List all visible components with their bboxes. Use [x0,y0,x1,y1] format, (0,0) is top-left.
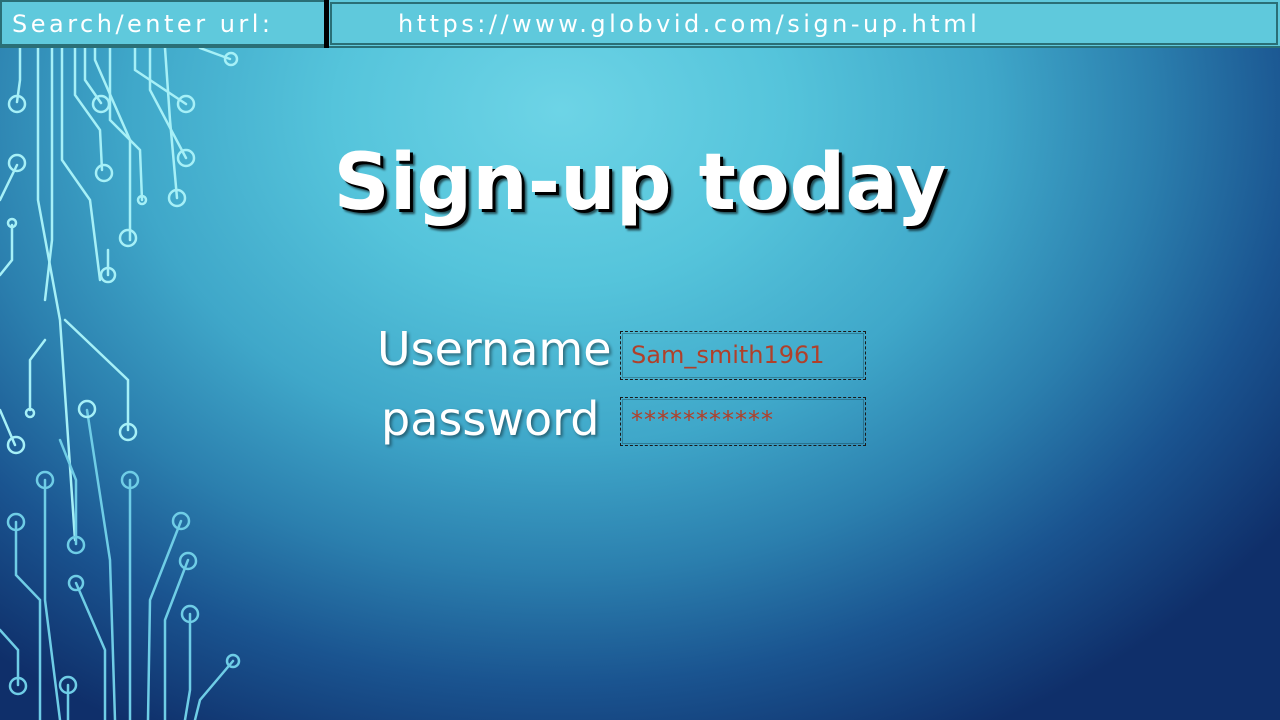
username-label: Username [377,322,612,376]
address-divider [324,0,329,48]
password-label: password [381,392,600,446]
circuit-decoration [0,46,241,720]
url-text[interactable]: https://www.globvid.com/sign-up.html [398,10,980,38]
password-value[interactable]: *********** [631,406,774,434]
username-value[interactable]: Sam_smith1961 [631,341,825,369]
page-title: Sign-up today [333,138,947,228]
url-input[interactable]: https://www.globvid.com/sign-up.html [330,2,1278,45]
username-field[interactable]: Sam_smith1961 [620,331,866,380]
address-bar: Search/enter url: https://www.globvid.co… [0,0,1280,48]
address-label: Search/enter url: [12,10,274,38]
password-field[interactable]: *********** [620,397,866,446]
address-label-box: Search/enter url: [0,0,326,46]
